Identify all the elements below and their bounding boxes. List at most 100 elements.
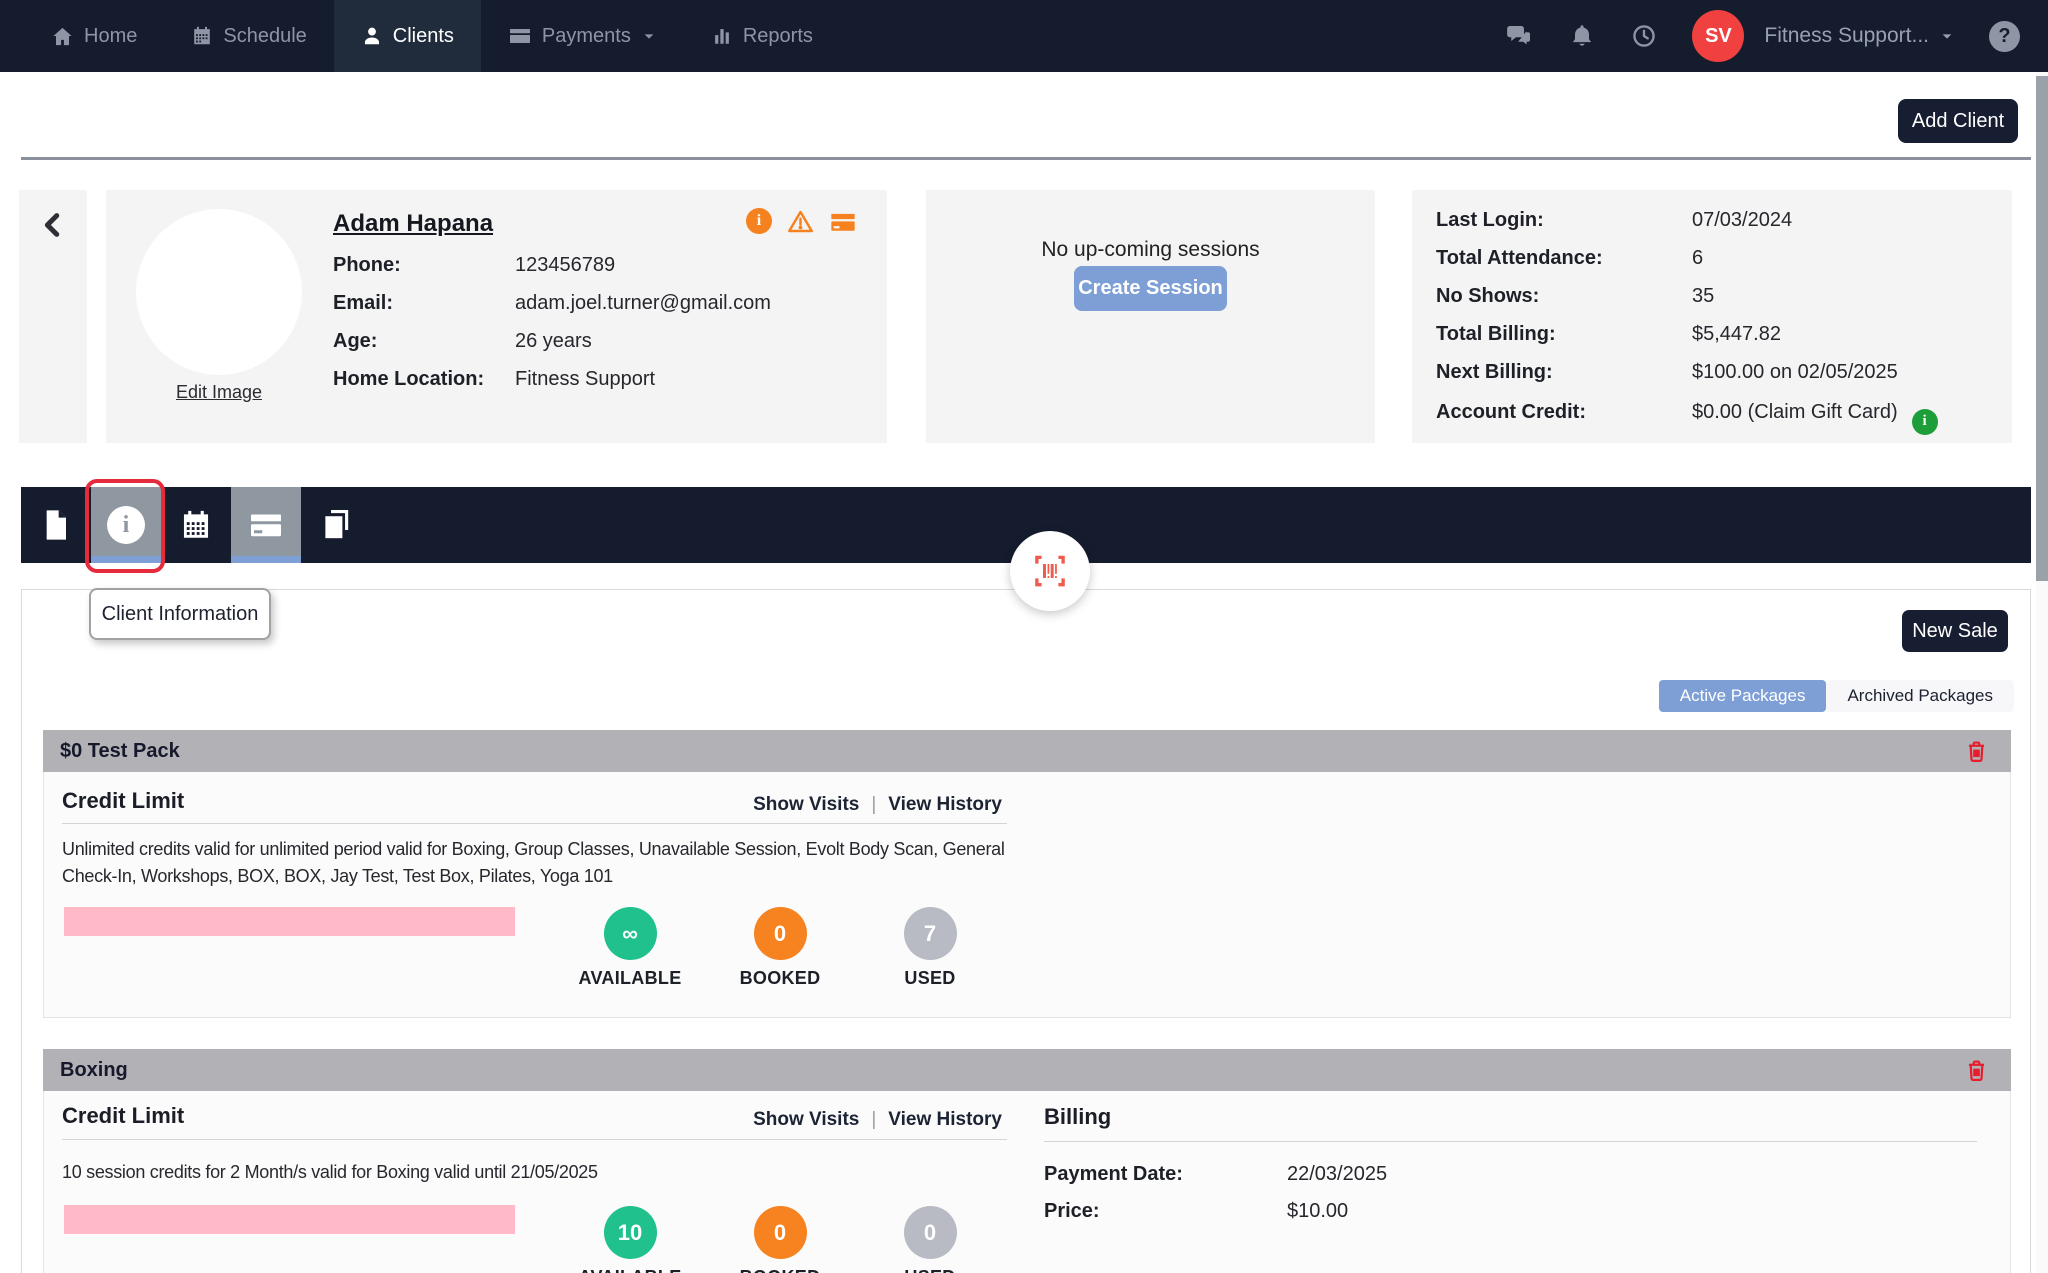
package-description: Unlimited credits valid for unlimited pe… — [62, 839, 1005, 886]
client-field-row: Email: adam.joel.turner@gmail.com — [333, 292, 771, 315]
stat-value: 07/03/2024 — [1692, 209, 1793, 231]
package-description: 10 session credits for 2 Month/s valid f… — [62, 1162, 598, 1182]
booked-label: BOOKED — [739, 968, 821, 988]
nav-payments-label: Payments — [541, 24, 631, 47]
available-count: 10 — [603, 1206, 657, 1259]
view-history-link[interactable]: View History — [888, 1109, 1002, 1130]
stat-row: Last Login: 07/03/2024 — [1436, 209, 1792, 232]
stat-value: 6 — [1692, 247, 1704, 269]
account-menu[interactable]: Fitness Support... — [1764, 24, 1955, 48]
stat-row: Account Credit: $0.00 (Claim Gift Card) i — [1436, 401, 1938, 435]
stat-label: Account Credit: — [1436, 401, 1586, 423]
tab-schedule[interactable] — [161, 487, 231, 563]
edit-image-link[interactable]: Edit Image — [136, 382, 302, 403]
show-visits-link[interactable]: Show Visits — [753, 1109, 859, 1130]
credit-usage-bar — [64, 1205, 515, 1234]
bar-chart-icon — [711, 25, 733, 47]
scrollbar-thumb[interactable] — [2036, 76, 2048, 581]
create-session-button[interactable]: Create Session — [1074, 266, 1227, 311]
nav-schedule-label: Schedule — [223, 24, 307, 47]
view-history-link[interactable]: View History — [888, 794, 1002, 815]
used-count: 0 — [903, 1206, 957, 1259]
field-label: Phone: — [333, 254, 401, 276]
package-body: Credit Limit Show Visits | View History 10… — [43, 1091, 2011, 1273]
used-count: 7 — [903, 907, 957, 960]
delete-package-button[interactable] — [1964, 1058, 1989, 1083]
stat-row: Next Billing: $100.00 on 02/05/2025 — [1436, 361, 1898, 384]
stat-row: No Shows: 35 — [1436, 285, 1714, 308]
nav-schedule[interactable]: Schedule — [164, 0, 333, 72]
used-counter: 7 USED — [875, 907, 985, 989]
help-icon[interactable]: ? — [1989, 20, 2020, 52]
stat-label: Total Billing: — [1436, 323, 1556, 345]
chevron-down-icon — [641, 28, 657, 44]
packages-filter-toggle: Active Packages Archived Packages — [1658, 680, 2014, 712]
billing-label: Payment Date: — [1044, 1163, 1183, 1185]
tab-notes[interactable] — [301, 487, 371, 563]
stat-label: Total Attendance: — [1436, 247, 1603, 269]
field-label: Email: — [333, 292, 394, 314]
active-packages-toggle[interactable]: Active Packages — [1658, 680, 1827, 712]
account-name: Fitness Support... — [1764, 24, 1929, 47]
home-icon — [51, 25, 74, 48]
client-name-link[interactable]: Adam Hapana — [333, 210, 493, 238]
no-sessions-text: No up-coming sessions — [1041, 238, 1260, 261]
barcode-icon — [1029, 550, 1071, 592]
page-scrollbar — [2036, 72, 2048, 1273]
history-clock-icon[interactable] — [1630, 22, 1658, 50]
credit-counters: 10 AVAILABLE 0 BOOKED 0 USED — [575, 1206, 985, 1273]
links-separator: | — [871, 1109, 877, 1130]
account-credit-info-icon[interactable]: i — [1911, 408, 1938, 435]
field-value: 26 years — [515, 330, 592, 352]
chat-icon[interactable] — [1504, 21, 1534, 51]
billing-value: 22/03/2025 — [1287, 1163, 1388, 1185]
chevron-down-icon — [1939, 28, 1955, 44]
section-divider — [1044, 1141, 1977, 1142]
nav-reports[interactable]: Reports — [684, 0, 840, 72]
tab-payments[interactable] — [231, 487, 301, 563]
nav-payments[interactable]: Payments — [481, 0, 684, 72]
tab-tooltip: Client Information — [89, 588, 271, 640]
add-client-button[interactable]: Add Client — [1898, 99, 2018, 143]
stat-value: 35 — [1692, 285, 1715, 307]
package-card: $0 Test Pack Credit Limit Show Visits | Vi… — [43, 730, 2011, 1018]
new-sale-button[interactable]: New Sale — [1902, 610, 2008, 652]
tab-client-information[interactable]: i — [91, 487, 161, 563]
barcode-scan-button[interactable] — [1010, 531, 1090, 611]
upcoming-sessions-card: No up-coming sessions Create Session — [926, 190, 1375, 443]
delete-package-button[interactable] — [1964, 739, 1989, 764]
tab-documents[interactable] — [21, 487, 91, 563]
payment-card-icon[interactable] — [829, 208, 857, 236]
package-header: Boxing — [43, 1049, 2011, 1091]
avatar[interactable]: SV — [1692, 10, 1745, 62]
booked-counter: 0 BOOKED — [725, 907, 835, 989]
nav-home[interactable]: Home — [24, 0, 164, 72]
back-button[interactable] — [19, 190, 87, 443]
field-value: Fitness Support — [515, 368, 656, 390]
used-counter: 0 USED — [875, 1206, 985, 1273]
billing-row: Price: $10.00 — [1044, 1200, 1348, 1223]
field-value: adam.joel.turner@gmail.com — [515, 292, 771, 314]
show-visits-link[interactable]: Show Visits — [753, 794, 859, 815]
client-info-icon[interactable]: i — [746, 208, 772, 234]
available-label: AVAILABLE — [578, 968, 682, 988]
calendar-icon — [191, 25, 213, 47]
section-divider — [62, 1139, 1007, 1140]
available-counter: ∞ AVAILABLE — [575, 907, 685, 989]
client-alert-icons: i — [746, 208, 857, 236]
notifications-bell-icon[interactable] — [1568, 22, 1596, 50]
archived-packages-toggle[interactable]: Archived Packages — [1826, 680, 2014, 712]
main-nav: Home Schedule Clients Payments Reports — [0, 0, 840, 72]
field-label: Home Location: — [333, 368, 485, 390]
package-links: Show Visits | View History — [62, 794, 1002, 816]
stat-value: $0.00 (Claim Gift Card) — [1692, 401, 1898, 423]
credit-card-icon — [248, 507, 284, 543]
nav-clients[interactable]: Clients — [333, 0, 481, 72]
billing-title: Billing — [1044, 1104, 1112, 1129]
client-profile-card: Edit Image Adam Hapana Phone: 123456789 E… — [106, 190, 887, 443]
client-field-row: Age: 26 years — [333, 330, 592, 353]
credit-usage-bar — [64, 907, 515, 936]
warning-icon[interactable] — [787, 208, 814, 236]
booked-count: 0 — [753, 1206, 807, 1259]
package-body: Credit Limit Show Visits | View History Un… — [43, 772, 2011, 1018]
